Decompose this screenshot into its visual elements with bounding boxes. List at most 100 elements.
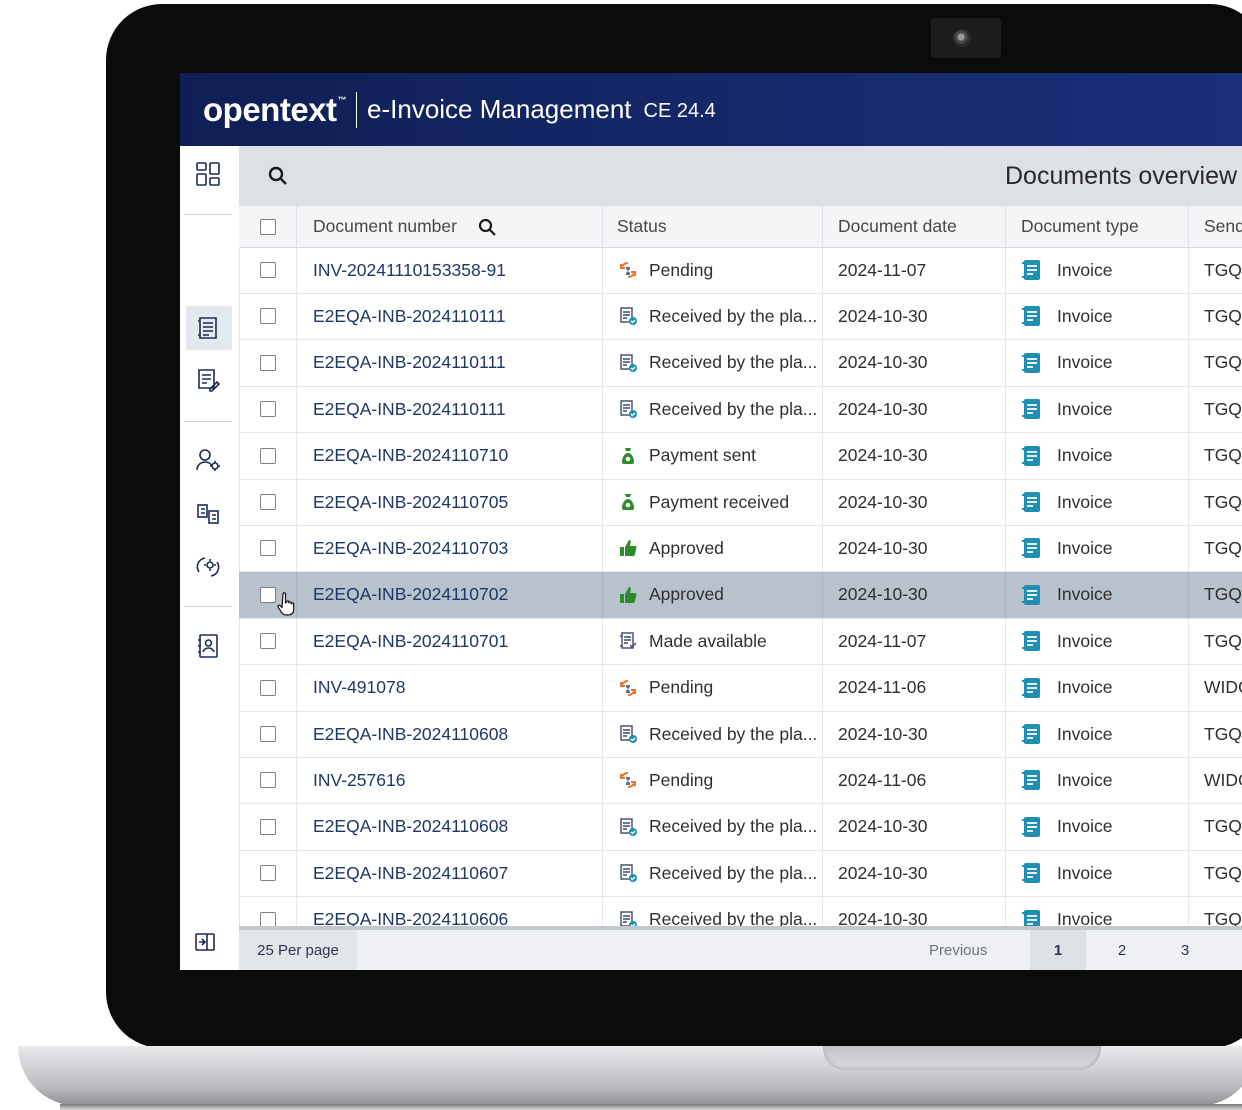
document-number-cell[interactable]: INV-491078 — [297, 664, 603, 711]
column-header-document-date[interactable]: Document date — [823, 206, 1006, 247]
row-checkbox[interactable] — [259, 726, 276, 742]
document-type-cell: Invoice — [1006, 618, 1189, 665]
table-row[interactable]: INV-20241110153358-91 Pending 2024-11-07 In… — [239, 247, 1242, 294]
document-number-link[interactable]: E2EQA-INB-2024110701 — [313, 631, 508, 652]
document-type-cell: Invoice — [1006, 850, 1189, 897]
document-number-cell[interactable]: E2EQA-INB-2024110111 — [297, 386, 603, 433]
table-row[interactable]: E2EQA-INB-2024110111 Received by the pla.… — [239, 293, 1242, 341]
row-checkbox[interactable] — [259, 911, 276, 926]
document-number-cell[interactable]: E2EQA-INB-2024110608 — [297, 803, 603, 850]
document-type-label: Invoice — [1057, 723, 1113, 744]
page-title: Documents overview — [1005, 162, 1238, 190]
previous-page-button[interactable]: Previous — [929, 930, 987, 970]
sender-label: WIDC — [1204, 769, 1242, 790]
document-number-cell[interactable]: E2EQA-INB-2024110607 — [297, 850, 603, 897]
row-checkbox[interactable] — [259, 308, 276, 325]
column-search-icon[interactable] — [477, 217, 497, 237]
document-number-link[interactable]: E2EQA-INB-2024110606 — [313, 909, 508, 926]
document-number-link[interactable]: INV-491078 — [313, 677, 405, 698]
dashboard-icon[interactable] — [194, 160, 222, 188]
row-checkbox[interactable] — [259, 679, 276, 696]
edit-documents-icon[interactable] — [194, 366, 222, 394]
column-header-sender[interactable]: Send — [1189, 206, 1242, 247]
table-row[interactable]: INV-491078 Pending 2024-11-06 Invoice WIDC — [239, 664, 1242, 712]
document-date: 2024-11-07 — [838, 630, 927, 651]
page-button-1[interactable]: 1 — [1030, 930, 1086, 970]
row-checkbox[interactable] — [259, 633, 276, 650]
document-number-link[interactable]: E2EQA-INB-2024110702 — [313, 584, 508, 605]
document-number-link[interactable]: E2EQA-INB-2024110703 — [313, 538, 508, 559]
document-number-cell[interactable]: INV-257616 — [297, 757, 603, 804]
document-number-link[interactable]: E2EQA-INB-2024110111 — [313, 352, 506, 373]
table-row[interactable]: E2EQA-INB-2024110710 Payment sent 2024-10-… — [239, 432, 1242, 480]
row-checkbox[interactable] — [259, 772, 276, 789]
row-checkbox[interactable] — [259, 494, 276, 510]
nav-divider — [184, 421, 232, 422]
document-number-link[interactable]: E2EQA-INB-2024110608 — [313, 724, 508, 745]
collapse-panel-icon[interactable] — [194, 931, 216, 953]
row-checkbox[interactable] — [259, 586, 276, 603]
row-checkbox[interactable] — [259, 540, 276, 557]
table-row[interactable]: E2EQA-INB-2024110111 Received by the pla.… — [239, 339, 1242, 387]
document-number-cell[interactable]: E2EQA-INB-2024110705 — [297, 479, 603, 525]
document-type-label: Invoice — [1057, 352, 1113, 373]
user-settings-icon[interactable] — [194, 446, 222, 474]
table-row[interactable]: E2EQA-INB-2024110608 Received by the pla.… — [239, 711, 1242, 758]
row-checkbox[interactable] — [259, 354, 276, 371]
document-number-cell[interactable]: E2EQA-INB-2024110111 — [297, 339, 603, 386]
page-button-3[interactable]: 3 — [1157, 930, 1213, 970]
document-number-link[interactable]: E2EQA-INB-2024110607 — [313, 863, 508, 884]
row-checkbox[interactable] — [259, 818, 276, 835]
document-date-cell: 2024-10-30 — [823, 711, 1006, 757]
document-type-label: Invoice — [1057, 398, 1113, 419]
table-row[interactable]: E2EQA-INB-2024110606 Received by the pla.… — [239, 896, 1242, 926]
document-date: 2024-11-06 — [838, 677, 927, 698]
column-header-document-type[interactable]: Document type — [1006, 206, 1189, 247]
document-number-cell[interactable]: E2EQA-INB-2024110608 — [297, 711, 603, 757]
column-header-status[interactable]: Status — [603, 206, 823, 247]
document-number-cell[interactable]: E2EQA-INB-2024110702 — [297, 571, 603, 618]
column-header-document-number[interactable]: Document number — [297, 206, 603, 247]
settings-cycle-icon[interactable] — [194, 553, 222, 581]
table-row[interactable]: E2EQA-INB-2024110701 Made available 2024-1… — [239, 618, 1242, 666]
document-transfer-icon[interactable] — [194, 500, 222, 528]
table-row[interactable]: E2EQA-INB-2024110608 Received by the pla.… — [239, 803, 1242, 851]
document-number-cell[interactable]: INV-20241110153358-91 — [297, 247, 603, 293]
documents-icon[interactable] — [194, 314, 222, 342]
row-checkbox[interactable] — [259, 401, 276, 418]
document-date: 2024-11-06 — [838, 769, 927, 790]
search-icon[interactable] — [265, 163, 291, 189]
table-row[interactable]: E2EQA-INB-2024110111 Received by the pla.… — [239, 386, 1242, 434]
document-number-link[interactable]: E2EQA-INB-2024110705 — [313, 492, 508, 513]
select-all-checkbox[interactable] — [259, 218, 276, 235]
table-row[interactable]: E2EQA-INB-2024110702 Approved 2024-10-30 In… — [239, 571, 1242, 619]
document-number-cell[interactable]: E2EQA-INB-2024110701 — [297, 618, 603, 665]
document-number-cell[interactable]: E2EQA-INB-2024110710 — [297, 432, 603, 479]
row-select-cell — [239, 479, 297, 525]
table-row[interactable]: E2EQA-INB-2024110705 Payment received 2024… — [239, 479, 1242, 526]
toolbar: Documents overview — [239, 146, 1242, 206]
document-number-link[interactable]: E2EQA-INB-2024110710 — [313, 445, 508, 466]
opentext-logo[interactable]: opentext™ — [203, 91, 346, 129]
document-number-cell[interactable]: E2EQA-INB-2024110703 — [297, 525, 603, 572]
row-checkbox[interactable] — [259, 262, 276, 278]
contacts-icon[interactable] — [194, 632, 222, 660]
sender-label: TGQ/ — [1204, 305, 1242, 326]
document-number-cell[interactable]: E2EQA-INB-2024110111 — [297, 293, 603, 340]
status-label: Pending — [649, 769, 714, 790]
document-number-link[interactable]: E2EQA-INB-2024110608 — [313, 816, 508, 837]
per-page-select[interactable]: 25 Per page — [239, 930, 357, 970]
row-select-cell — [239, 571, 297, 618]
document-number-link[interactable]: INV-257616 — [313, 770, 405, 791]
row-checkbox[interactable] — [259, 447, 276, 464]
document-number-link[interactable]: INV-20241110153358-91 — [313, 260, 506, 281]
sender-label: TGQ/ — [1204, 352, 1242, 373]
document-number-link[interactable]: E2EQA-INB-2024110111 — [313, 306, 506, 327]
row-checkbox[interactable] — [259, 865, 276, 882]
document-number-link[interactable]: E2EQA-INB-2024110111 — [313, 399, 506, 420]
table-row[interactable]: E2EQA-INB-2024110607 Received by the pla.… — [239, 850, 1242, 898]
document-number-cell[interactable]: E2EQA-INB-2024110606 — [297, 896, 603, 926]
page-button-2[interactable]: 2 — [1094, 930, 1150, 970]
table-row[interactable]: INV-257616 Pending 2024-11-06 Invoice WIDC — [239, 757, 1242, 805]
table-row[interactable]: E2EQA-INB-2024110703 Approved 2024-10-30 In… — [239, 525, 1242, 573]
